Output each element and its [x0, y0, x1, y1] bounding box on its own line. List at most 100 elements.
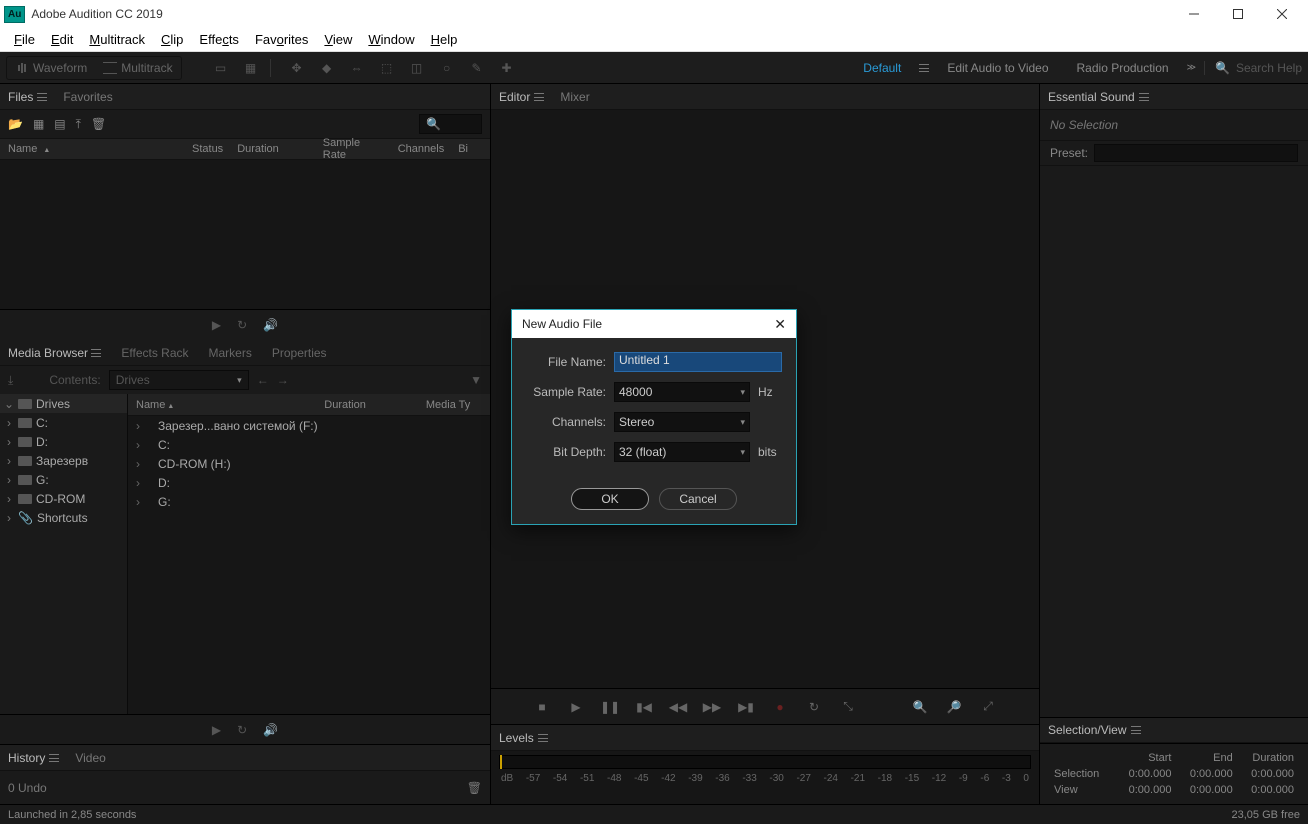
tab-essential-sound[interactable]: Essential Sound — [1048, 90, 1149, 104]
tree-item[interactable]: ›Зарезерв — [0, 451, 127, 470]
col-duration[interactable]: Duration — [237, 143, 279, 155]
menu-effects[interactable]: Effects — [191, 30, 247, 49]
loop-button[interactable]: ↻ — [806, 699, 822, 715]
view-dur[interactable]: 0:00.000 — [1237, 782, 1298, 798]
zoom-out-icon[interactable]: 🔎 — [946, 699, 962, 715]
play-button[interactable]: ▶ — [568, 699, 584, 715]
zoom-full-icon[interactable]: ⤢ — [980, 699, 996, 715]
hud-toggle-icon[interactable]: ▭ — [210, 57, 232, 79]
import-icon[interactable]: ⤓ — [8, 373, 13, 388]
tree-shortcuts[interactable]: ›📎Shortcuts — [0, 508, 127, 527]
panel-menu-icon[interactable] — [49, 754, 59, 762]
import-icon[interactable]: ⤒ — [76, 117, 81, 132]
workspace-default[interactable]: Default — [853, 61, 911, 75]
menu-window[interactable]: Window — [360, 30, 422, 49]
tab-effects-rack[interactable]: Effects Rack — [121, 346, 188, 360]
col-channels[interactable]: Channels — [398, 143, 444, 155]
multitrack-toggle[interactable]: Multitrack — [95, 57, 180, 79]
view-start[interactable]: 0:00.000 — [1114, 782, 1175, 798]
menu-view[interactable]: View — [316, 30, 360, 49]
move-tool-icon[interactable]: ✥ — [286, 57, 308, 79]
autoplay-icon[interactable]: 🔊 — [263, 723, 278, 737]
menu-edit[interactable]: Edit — [43, 30, 81, 49]
time-select-tool-icon[interactable]: ⬚ — [376, 57, 398, 79]
col-name[interactable]: Name — [8, 143, 178, 155]
tree-item[interactable]: ›G: — [0, 470, 127, 489]
col-samplerate[interactable]: Sample Rate — [323, 137, 384, 161]
tab-video[interactable]: Video — [75, 751, 105, 765]
forward-icon[interactable]: → — [277, 373, 289, 387]
cancel-button[interactable]: Cancel — [659, 488, 737, 510]
filter-icon[interactable]: ▼ — [470, 373, 482, 387]
lasso-tool-icon[interactable]: ○ — [436, 57, 458, 79]
menu-favorites[interactable]: Favorites — [247, 30, 316, 49]
bitdepth-dropdown[interactable]: 32 (float)▾ — [614, 442, 750, 462]
tab-markers[interactable]: Markers — [209, 346, 252, 360]
tab-files[interactable]: Files — [8, 90, 47, 104]
tab-media-browser[interactable]: Media Browser — [8, 346, 101, 360]
go-end-button[interactable]: ▶▮ — [738, 699, 754, 715]
panel-menu-icon[interactable] — [538, 734, 548, 742]
fforward-button[interactable]: ▶▶ — [704, 699, 720, 715]
tab-mixer[interactable]: Mixer — [560, 90, 589, 104]
minimize-button[interactable] — [1172, 0, 1216, 28]
tab-levels[interactable]: Levels — [499, 731, 548, 745]
tab-favorites[interactable]: Favorites — [63, 90, 112, 104]
trash-icon[interactable]: 🗑 — [91, 117, 106, 131]
panel-menu-icon[interactable] — [1131, 726, 1141, 734]
col-duration[interactable]: Duration — [324, 399, 366, 411]
list-item[interactable]: ›D: — [128, 473, 490, 492]
tree-item[interactable]: ›CD-ROM — [0, 489, 127, 508]
panel-menu-icon[interactable] — [91, 349, 101, 357]
menu-multitrack[interactable]: Multitrack — [81, 30, 153, 49]
marquee-tool-icon[interactable]: ◫ — [406, 57, 428, 79]
sel-start[interactable]: 0:00.000 — [1114, 766, 1175, 782]
workspace-menu-icon[interactable] — [919, 64, 929, 72]
zoom-in-icon[interactable]: 🔍 — [912, 699, 928, 715]
list-item[interactable]: ›G: — [128, 492, 490, 511]
view-end[interactable]: 0:00.000 — [1175, 782, 1236, 798]
contents-dropdown[interactable]: Drives▾ — [109, 370, 249, 390]
help-search[interactable]: 🔍 Search Help — [1204, 61, 1302, 75]
menu-clip[interactable]: Clip — [153, 30, 191, 49]
list-item[interactable]: ›Зарезер...вано системой (F:) — [128, 416, 490, 435]
close-button[interactable] — [1260, 0, 1304, 28]
menu-help[interactable]: Help — [423, 30, 466, 49]
autoplay-icon[interactable]: 🔊 — [263, 318, 278, 332]
maximize-button[interactable] — [1216, 0, 1260, 28]
waveform-toggle[interactable]: Waveform — [7, 57, 95, 79]
tree-drives-root[interactable]: ⌄Drives — [0, 394, 127, 413]
spectral-toggle-icon[interactable]: ▦ — [240, 57, 262, 79]
list-item[interactable]: ›CD-ROM (H:) — [128, 454, 490, 473]
tab-properties[interactable]: Properties — [272, 346, 327, 360]
skip-selection-button[interactable]: ⤡ — [840, 699, 856, 715]
brush-tool-icon[interactable]: ✎ — [466, 57, 488, 79]
panel-menu-icon[interactable] — [534, 93, 544, 101]
menu-file[interactable]: File — [6, 30, 43, 49]
ok-button[interactable]: OK — [571, 488, 649, 510]
tab-selection-view[interactable]: Selection/View — [1048, 723, 1141, 737]
dialog-close-icon[interactable]: ✕ — [774, 316, 786, 333]
pause-button[interactable]: ❚❚ — [602, 699, 618, 715]
col-mediatype[interactable]: Media Ty — [426, 399, 470, 411]
trash-icon[interactable]: 🗑 — [467, 781, 482, 795]
panel-menu-icon[interactable] — [37, 93, 47, 101]
preset-dropdown[interactable] — [1094, 144, 1298, 162]
record-button[interactable]: ● — [772, 699, 788, 715]
loop-icon[interactable]: ↻ — [237, 723, 247, 737]
sel-dur[interactable]: 0:00.000 — [1237, 766, 1298, 782]
workspace-edit-av[interactable]: Edit Audio to Video — [937, 61, 1058, 75]
tree-item[interactable]: ›C: — [0, 413, 127, 432]
open-file-icon[interactable]: 📂 — [8, 117, 23, 131]
tab-editor[interactable]: Editor — [499, 90, 544, 104]
slip-tool-icon[interactable]: ⇔ — [346, 57, 368, 79]
play-icon[interactable]: ▶ — [212, 318, 221, 332]
panel-menu-icon[interactable] — [1139, 93, 1149, 101]
sel-end[interactable]: 0:00.000 — [1175, 766, 1236, 782]
stop-button[interactable]: ■ — [534, 699, 550, 715]
go-start-button[interactable]: ▮◀ — [636, 699, 652, 715]
back-icon[interactable]: ← — [257, 373, 269, 387]
col-status[interactable]: Status — [192, 143, 223, 155]
tab-history[interactable]: History — [8, 751, 59, 765]
rewind-button[interactable]: ◀◀ — [670, 699, 686, 715]
